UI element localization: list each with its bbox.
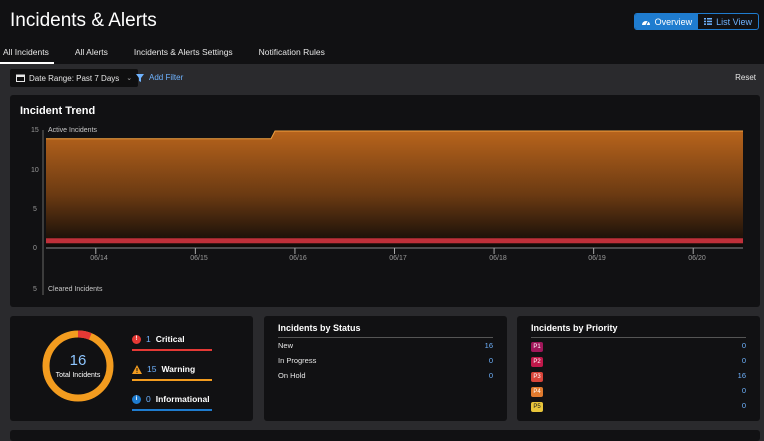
summary-card: 16 Total Incidents ! 1 Critical 15 Warni… xyxy=(10,316,253,421)
status-label: New xyxy=(278,341,294,350)
status-value: 0 xyxy=(488,356,493,365)
dashboard-icon xyxy=(641,20,650,25)
priority-row[interactable]: P3 16 xyxy=(531,371,746,385)
priority-row[interactable]: P4 0 xyxy=(531,386,746,400)
warning-summary[interactable]: 15 Warning xyxy=(132,360,212,378)
priority-badge: P4 xyxy=(531,387,543,397)
overview-label: Overview xyxy=(654,16,693,27)
tab-all-alerts[interactable]: All Alerts xyxy=(62,40,121,64)
date-range-label: Date Range: Past 7 Days xyxy=(29,73,120,83)
tab-settings[interactable]: Incidents & Alerts Settings xyxy=(121,40,246,64)
tab-all-incidents[interactable]: All Incidents xyxy=(0,40,62,64)
critical-icon: ! xyxy=(132,334,141,344)
date-range-dropdown[interactable]: Date Range: Past 7 Days ⌄ xyxy=(10,69,139,87)
overview-view-button[interactable]: Overview xyxy=(634,14,699,29)
list-view-button[interactable]: List View xyxy=(698,14,758,29)
status-value: 16 xyxy=(484,341,493,350)
status-row[interactable]: New 16 xyxy=(278,341,493,355)
total-label: Total Incidents xyxy=(55,372,101,379)
priority-value: 0 xyxy=(741,386,746,395)
critical-underline xyxy=(132,349,212,351)
filter-icon xyxy=(136,73,144,82)
status-label: In Progress xyxy=(278,356,317,365)
add-filter-label: Add Filter xyxy=(149,73,184,82)
priority-value: 0 xyxy=(741,401,746,410)
priority-value: 0 xyxy=(741,341,746,350)
divider xyxy=(531,337,746,338)
app-header: Incidents & Alerts Overview List View xyxy=(0,0,764,40)
priority-title: Incidents by Priority xyxy=(531,323,618,333)
priority-card: Incidents by Priority P1 0 P2 0 P3 16 P4… xyxy=(517,316,760,421)
status-row[interactable]: On Hold 0 xyxy=(278,371,493,385)
filter-bar: Date Range: Past 7 Days ⌄ Add Filter Res… xyxy=(0,64,764,92)
status-title: Incidents by Status xyxy=(278,323,361,333)
view-toggle: Overview List View xyxy=(633,13,759,30)
calendar-icon xyxy=(16,74,25,82)
list-view-label: List View xyxy=(716,16,752,27)
tab-notification-rules[interactable]: Notification Rules xyxy=(246,40,338,64)
trend-chart xyxy=(42,130,743,295)
warning-underline xyxy=(132,379,212,381)
priority-row[interactable]: P5 0 xyxy=(531,401,746,415)
reset-button[interactable]: Reset xyxy=(735,73,756,82)
chevron-down-icon: ⌄ xyxy=(126,75,133,82)
priority-row[interactable]: P2 0 xyxy=(531,356,746,370)
informational-summary[interactable]: i 0 Informational xyxy=(132,390,212,408)
cleared-incidents-band xyxy=(46,238,743,244)
tab-bar: All Incidents All Alerts Incidents & Ale… xyxy=(0,40,764,64)
priority-badge: P1 xyxy=(531,342,543,352)
warning-count: 15 xyxy=(147,364,157,374)
priority-row[interactable]: P1 0 xyxy=(531,341,746,355)
incident-trend-card: Incident Trend 15 10 5 0 5 Active Incide… xyxy=(10,95,760,307)
info-icon: i xyxy=(132,394,141,404)
warning-icon xyxy=(132,364,142,374)
list-icon xyxy=(704,18,713,25)
informational-underline xyxy=(132,409,212,411)
priority-value: 0 xyxy=(741,356,746,365)
total-incidents-ring: 16 Total Incidents xyxy=(40,328,116,404)
status-card: Incidents by Status New 16 In Progress 0… xyxy=(264,316,507,421)
status-value: 0 xyxy=(488,371,493,380)
informational-count: 0 xyxy=(146,394,151,404)
warning-label: Warning xyxy=(161,364,196,374)
status-row[interactable]: In Progress 0 xyxy=(278,356,493,370)
critical-summary[interactable]: ! 1 Critical xyxy=(132,330,212,348)
priority-badge: P2 xyxy=(531,357,543,367)
bottom-card xyxy=(10,430,760,441)
critical-label: Critical xyxy=(155,334,185,344)
priority-badge: P5 xyxy=(531,402,543,412)
informational-label: Informational xyxy=(155,394,210,404)
critical-count: 1 xyxy=(146,334,151,344)
divider xyxy=(278,337,493,338)
add-filter-button[interactable]: Add Filter xyxy=(136,73,183,82)
priority-value: 16 xyxy=(737,371,746,380)
status-label: On Hold xyxy=(278,371,306,380)
priority-badge: P3 xyxy=(531,372,543,382)
total-count: 16 xyxy=(69,352,87,369)
page-title: Incidents & Alerts xyxy=(10,10,157,31)
active-incidents-area xyxy=(46,131,743,247)
